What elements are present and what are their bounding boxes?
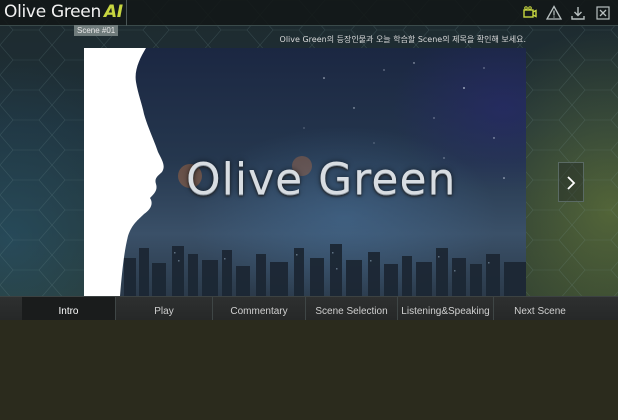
next-slide-button[interactable] (558, 162, 584, 202)
nav-scene-selection[interactable]: Scene Selection (305, 297, 397, 321)
nav-play[interactable]: Play (115, 297, 212, 321)
download-icon[interactable] (569, 4, 587, 22)
video-camera-icon[interactable] (521, 4, 539, 22)
logo-divider (126, 0, 127, 26)
scene-badge: Scene #01 (74, 25, 119, 36)
warning-icon[interactable] (545, 4, 563, 22)
video-player[interactable]: Olive Green (84, 48, 526, 296)
top-bar: Olive Green AI (0, 0, 618, 26)
chevron-right-icon (567, 176, 576, 190)
close-icon[interactable] (594, 4, 612, 22)
nav-commentary[interactable]: Commentary (212, 297, 305, 321)
nav-next-scene[interactable]: Next Scene (493, 297, 586, 321)
video-title: Olive Green (186, 154, 457, 205)
scene-nav-bar: Intro Play Commentary Scene Selection Li… (0, 296, 618, 321)
logo-suffix: AI (103, 2, 123, 22)
nav-listening-speaking[interactable]: Listening&Speaking (397, 297, 493, 321)
app-window: Olive Green AI Scene #01 Olive Green의 등장… (0, 0, 618, 420)
nav-intro[interactable]: Intro (22, 297, 115, 321)
app-logo: Olive Green AI (4, 2, 123, 24)
scene-instruction: Olive Green의 등장인물과 오늘 학습할 Scene의 제목을 확인해… (279, 35, 526, 44)
lower-empty-area (0, 320, 618, 420)
logo-text: Olive Green (4, 2, 101, 22)
